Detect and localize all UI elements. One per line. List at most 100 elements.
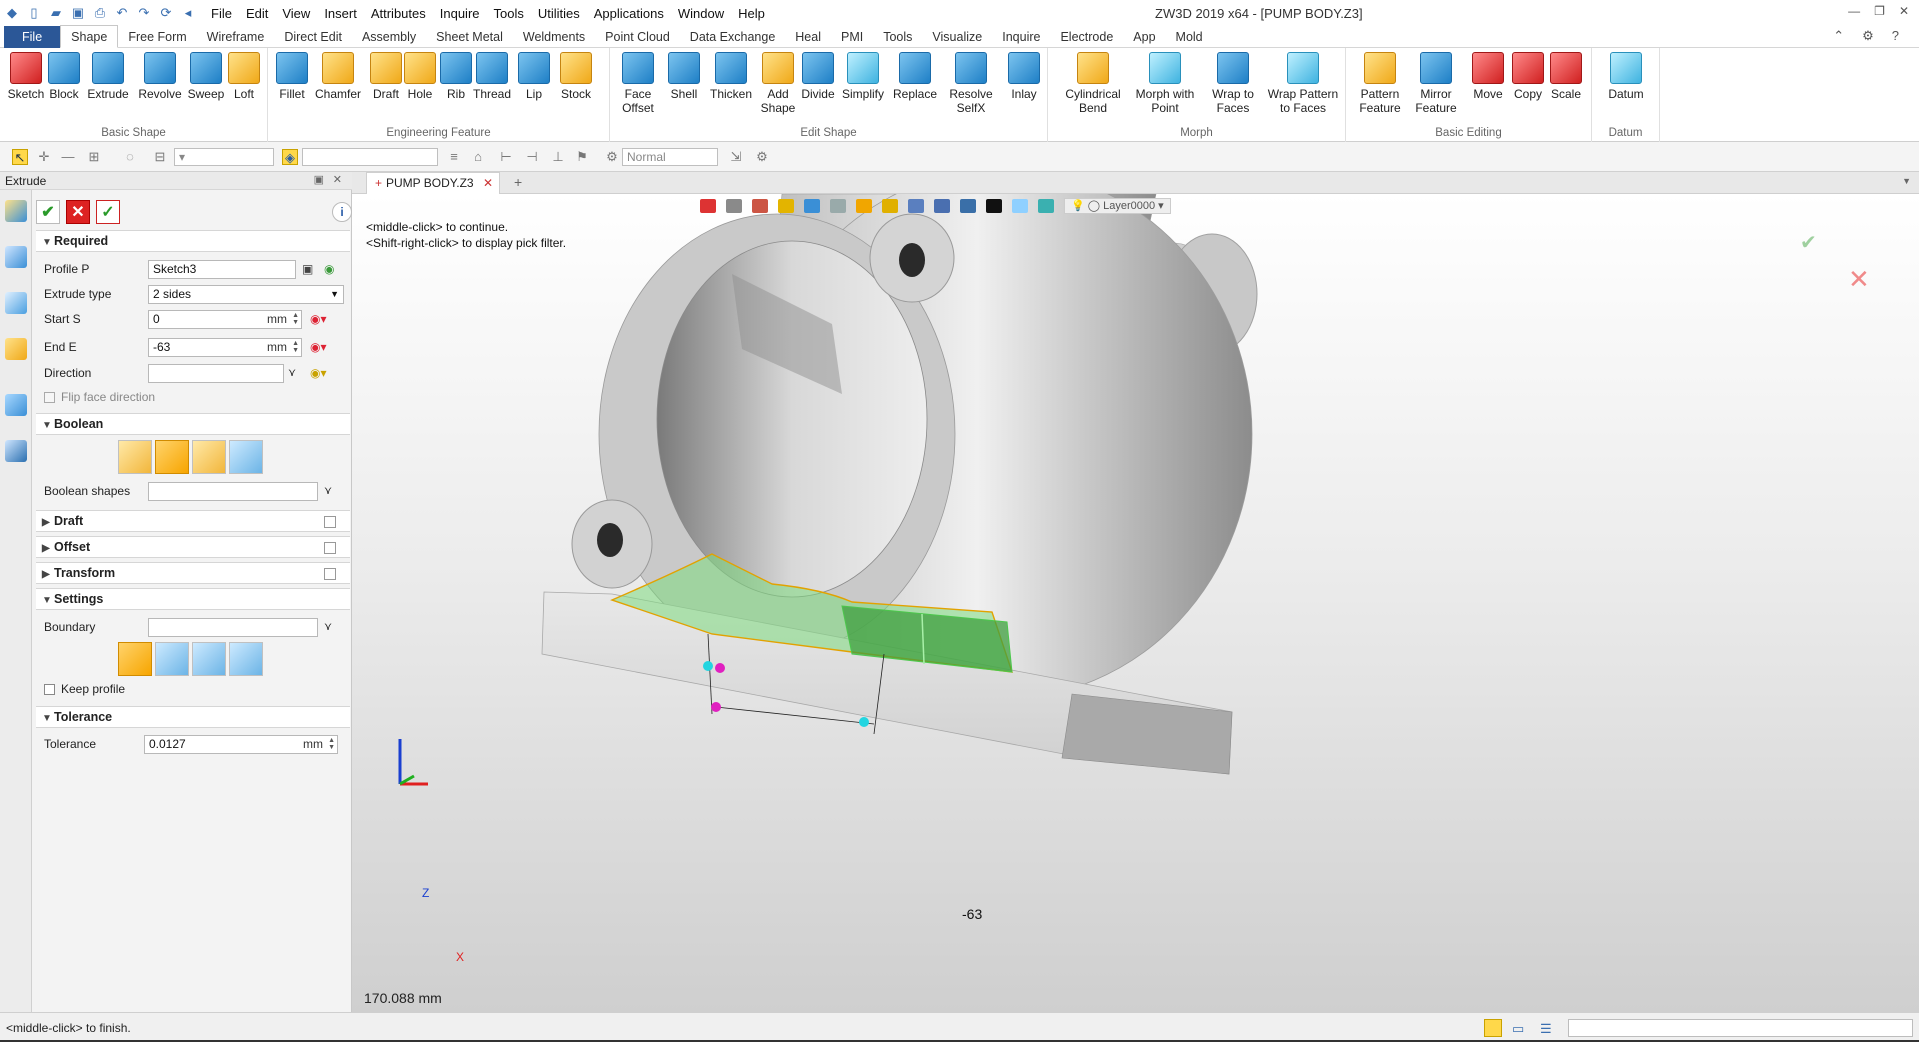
section-offset[interactable]: ▶ Offset	[36, 536, 350, 558]
bore[interactable]	[656, 240, 928, 598]
section-transform[interactable]: ▶ Transform	[36, 562, 350, 584]
simplify-button[interactable]: Simplify	[838, 52, 888, 101]
snap-icon[interactable]: ◈	[282, 149, 298, 165]
extrude-type-select[interactable]: 2 sides ▼	[148, 285, 344, 304]
scale-button[interactable]: Scale	[1544, 52, 1588, 101]
minus-icon[interactable]: —	[60, 149, 76, 165]
keep-profile-checkbox[interactable]	[44, 684, 55, 696]
profile-field[interactable]: Sketch3	[148, 260, 296, 279]
tab-wireframe[interactable]: Wireframe	[197, 26, 275, 48]
tab-pmi[interactable]: PMI	[831, 26, 873, 48]
tab-file[interactable]: File	[4, 25, 61, 48]
menu-applications[interactable]: Applications	[587, 6, 671, 21]
add-shape-button[interactable]: Add Shape	[756, 52, 800, 115]
tab-heal[interactable]: Heal	[785, 26, 831, 48]
menu-tools[interactable]: Tools	[487, 6, 531, 21]
regen-icon[interactable]: ⟳	[158, 5, 174, 21]
datum-button[interactable]: Datum	[1604, 52, 1648, 101]
menu-attributes[interactable]: Attributes	[364, 6, 433, 21]
tool-b-icon[interactable]: ⌂	[470, 149, 486, 165]
select-pointer-icon[interactable]: ↖	[12, 149, 28, 165]
close-icon[interactable]: ✕	[1899, 4, 1909, 18]
cube-yellow-icon[interactable]	[778, 199, 794, 213]
tab-free-form[interactable]: Free Form	[118, 26, 196, 48]
wrap-to-faces-button[interactable]: Wrap to Faces	[1204, 52, 1262, 115]
profile-list-icon[interactable]: ▣	[302, 258, 313, 280]
shading-icon[interactable]	[882, 199, 898, 213]
start-handle-cyan[interactable]	[703, 661, 713, 671]
document-tab[interactable]: + PUMP BODY.Z3 ✕	[366, 172, 500, 194]
view-fit-icon[interactable]	[908, 199, 924, 213]
app-logo-icon[interactable]: ◆	[4, 5, 20, 21]
chamfer-button[interactable]: Chamfer	[312, 52, 364, 101]
tool-g-icon[interactable]: ⇲	[728, 149, 744, 165]
restore-icon[interactable]: ❐	[1874, 4, 1885, 18]
mirror-feature-button[interactable]: Mirror Feature	[1408, 52, 1464, 115]
undo-icon[interactable]: ↶	[114, 5, 130, 21]
menu-edit[interactable]: Edit	[239, 6, 275, 21]
pattern-feature-button[interactable]: Pattern Feature	[1352, 52, 1408, 115]
divide-button[interactable]: Divide	[796, 52, 840, 101]
help-icon[interactable]: ?	[1892, 28, 1899, 44]
menu-inquire[interactable]: Inquire	[433, 6, 487, 21]
tab-visualize[interactable]: Visualize	[922, 26, 992, 48]
tool-e-icon[interactable]: ⊥	[550, 149, 566, 165]
panel-close-icon[interactable]: ✕	[333, 173, 342, 186]
tab-list-arrow-icon[interactable]: ▼	[1902, 176, 1911, 186]
new-tab-plus-icon[interactable]: +	[514, 174, 522, 190]
section-required[interactable]: ▼ Required	[36, 230, 350, 252]
bottom-threaded-hole[interactable]	[597, 523, 623, 557]
render-icon[interactable]	[1038, 199, 1054, 213]
pick-filter-icon[interactable]: ⊟	[152, 149, 168, 165]
feature-manager-icon[interactable]	[5, 338, 27, 360]
fillet-button[interactable]: Fillet	[270, 52, 314, 101]
style-gear-icon[interactable]: ⚙	[604, 149, 620, 165]
boundary-option-2-icon[interactable]	[155, 642, 189, 676]
measure-icon[interactable]	[752, 199, 768, 213]
boundary-field[interactable]	[148, 618, 318, 637]
3d-viewport[interactable]: 💡 ◯ Layer0000 ▾ <middle-click> to contin…	[352, 194, 1919, 1012]
view-tool-icon[interactable]	[726, 199, 742, 213]
section-tolerance[interactable]: ▼ Tolerance	[36, 706, 350, 728]
boolean-remove-icon[interactable]	[192, 440, 226, 474]
tab-sheet-metal[interactable]: Sheet Metal	[426, 26, 513, 48]
layer-combo[interactable]: 💡 ◯ Layer0000 ▾	[1064, 198, 1171, 214]
filter-grid-icon[interactable]: ⊞	[86, 149, 102, 165]
wire-cube-icon[interactable]	[830, 199, 846, 213]
spin-icon[interactable]: ▲ ▼	[292, 340, 299, 354]
exit-view-icon[interactable]	[700, 199, 716, 213]
part-manager-icon[interactable]	[5, 200, 27, 222]
boundary-option-1-icon[interactable]	[118, 642, 152, 676]
menu-insert[interactable]: Insert	[317, 6, 364, 21]
end-pick-icon[interactable]: ◉▾	[310, 336, 327, 358]
lip-button[interactable]: Lip	[512, 52, 556, 101]
view-manager-icon[interactable]	[5, 394, 27, 416]
end-field[interactable]: -63 mm ▲ ▼	[148, 338, 302, 357]
boolean-intersect-icon[interactable]	[229, 440, 263, 474]
tool-c-icon[interactable]: ⊢	[498, 149, 514, 165]
filter-combo[interactable]: ▾	[174, 148, 274, 166]
cube-blue-icon[interactable]	[804, 199, 820, 213]
menu-view[interactable]: View	[275, 6, 317, 21]
tab-inquire[interactable]: Inquire	[992, 26, 1050, 48]
flip-face-checkbox[interactable]	[44, 392, 55, 404]
expand-double-chevron-icon[interactable]: ⋎	[288, 362, 296, 384]
tab-tools[interactable]: Tools	[873, 26, 922, 48]
face-offset-button[interactable]: Face Offset	[616, 52, 660, 115]
direction-pick-icon[interactable]: ◉▾	[310, 362, 327, 384]
revolve-button[interactable]: Revolve	[138, 52, 182, 101]
apply-check-icon[interactable]: ✓	[96, 200, 120, 224]
start-pick-icon[interactable]: ◉▾	[310, 308, 327, 330]
command-input[interactable]	[1568, 1019, 1913, 1037]
section-draft[interactable]: ▶ Draft	[36, 510, 350, 532]
tool-h-icon[interactable]: ⚙	[754, 149, 770, 165]
morph-with-point-button[interactable]: Morph with Point	[1130, 52, 1200, 115]
viewport-cancel-icon[interactable]: ✕	[1848, 264, 1870, 295]
user-manager-icon[interactable]	[5, 440, 27, 462]
top-threaded-hole[interactable]	[899, 243, 925, 277]
back-arrow-icon[interactable]: ◂	[180, 5, 196, 21]
offset-checkbox[interactable]	[324, 542, 336, 554]
viewport-ok-icon[interactable]: ✔	[1800, 230, 1817, 255]
direction-field[interactable]	[148, 364, 284, 383]
settings-gear-icon[interactable]: ⚙	[1862, 28, 1874, 44]
